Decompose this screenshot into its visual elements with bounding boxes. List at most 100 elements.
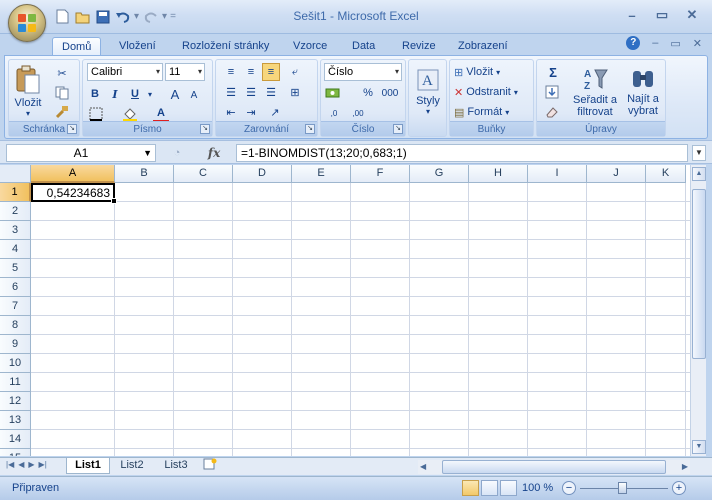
scroll-right-icon[interactable]: ▶: [682, 460, 688, 474]
office-button[interactable]: [8, 4, 46, 42]
sheet-tab-list1[interactable]: List1: [66, 458, 110, 474]
row-header[interactable]: 2: [0, 202, 31, 221]
column-header[interactable]: A: [31, 165, 115, 183]
tab-insert[interactable]: Vložení: [110, 37, 165, 56]
align-top-icon[interactable]: ≡: [222, 63, 240, 81]
row-header[interactable]: 15: [0, 449, 31, 456]
scroll-left-icon[interactable]: ◀: [420, 460, 426, 474]
align-center-icon[interactable]: ☰: [242, 83, 260, 101]
column-header[interactable]: D: [233, 165, 292, 183]
formula-input[interactable]: =1-BINOMDIST(13;20;0,683;1): [236, 144, 688, 162]
insert-sheet-icon[interactable]: [198, 458, 222, 474]
zoom-level[interactable]: 100 %: [522, 482, 553, 494]
vertical-scroll-thumb[interactable]: [692, 189, 706, 359]
ribbon-minimize-icon[interactable]: –: [652, 37, 658, 49]
select-all-button[interactable]: [0, 165, 31, 183]
format-painter-icon[interactable]: [53, 103, 71, 121]
workbook-close-icon[interactable]: ✕: [693, 37, 702, 50]
column-header[interactable]: K: [646, 165, 686, 183]
maximize-icon[interactable]: ▭: [648, 5, 676, 25]
italic-button[interactable]: I: [107, 85, 123, 103]
decrease-decimal-button[interactable]: ,00: [347, 105, 369, 121]
next-sheet-icon[interactable]: ▶: [28, 460, 34, 469]
tab-view[interactable]: Zobrazení: [449, 37, 517, 56]
tab-data[interactable]: Data: [343, 37, 384, 56]
row-header[interactable]: 12: [0, 392, 31, 411]
grow-font-button[interactable]: A: [167, 85, 183, 103]
column-header[interactable]: I: [528, 165, 587, 183]
percent-button[interactable]: %: [361, 85, 375, 101]
decrease-indent-icon[interactable]: ⇤: [222, 103, 240, 121]
column-header[interactable]: G: [410, 165, 469, 183]
scroll-up-icon[interactable]: ▲: [692, 167, 706, 181]
row-header[interactable]: 13: [0, 411, 31, 430]
vertical-scrollbar[interactable]: ▲ ▼: [690, 165, 706, 456]
paste-button[interactable]: Vložit ▾: [13, 63, 43, 119]
font-launcher-icon[interactable]: ↘: [200, 124, 210, 134]
row-header[interactable]: 7: [0, 297, 31, 316]
orientation-icon[interactable]: ↗: [266, 103, 284, 121]
row-header[interactable]: 14: [0, 430, 31, 449]
horizontal-scrollbar[interactable]: ◀ ▶: [418, 460, 690, 474]
sort-filter-button[interactable]: AZ Seřadit a filtrovat: [571, 63, 619, 121]
underline-button[interactable]: U: [127, 85, 143, 103]
find-select-button[interactable]: Najít a vybrat: [623, 63, 663, 121]
align-middle-icon[interactable]: ≡: [242, 63, 260, 81]
prev-sheet-icon[interactable]: ◀: [18, 460, 24, 469]
insert-function-icon[interactable]: fx: [208, 146, 220, 160]
close-icon[interactable]: ✕: [678, 5, 706, 25]
styles-button[interactable]: A Styly ▾: [412, 63, 444, 121]
minimize-icon[interactable]: –: [618, 5, 646, 25]
increase-indent-icon[interactable]: ⇥: [242, 103, 260, 121]
tab-review[interactable]: Revize: [393, 37, 445, 56]
thousands-button[interactable]: 000: [379, 85, 401, 101]
copy-icon[interactable]: [53, 84, 71, 102]
page-layout-view-icon[interactable]: [481, 480, 498, 496]
currency-icon[interactable]: [324, 84, 342, 102]
bold-button[interactable]: B: [87, 85, 103, 103]
number-launcher-icon[interactable]: ↘: [393, 124, 403, 134]
insert-cells-button[interactable]: ⊞ Vložit ▾: [454, 63, 500, 81]
row-header[interactable]: 6: [0, 278, 31, 297]
name-box-dropdown-icon[interactable]: ▼: [143, 145, 152, 161]
normal-view-icon[interactable]: [462, 480, 479, 496]
align-left-icon[interactable]: ☰: [222, 83, 240, 101]
cell-a1[interactable]: 0,54234683: [31, 183, 115, 202]
last-sheet-icon[interactable]: ▶|: [39, 460, 47, 469]
page-break-view-icon[interactable]: [500, 480, 517, 496]
alignment-launcher-icon[interactable]: ↘: [305, 124, 315, 134]
help-icon[interactable]: ?: [626, 36, 641, 50]
sheet-tab-list3[interactable]: List3: [156, 458, 196, 474]
zoom-in-icon[interactable]: +: [672, 481, 686, 495]
horizontal-scroll-thumb[interactable]: [442, 460, 666, 474]
row-header[interactable]: 1: [0, 183, 31, 202]
font-size-combo[interactable]: 11 ▾: [165, 63, 205, 81]
font-name-combo[interactable]: Calibri ▾: [87, 63, 163, 81]
column-header[interactable]: E: [292, 165, 351, 183]
sheet-tab-list2[interactable]: List2: [112, 458, 152, 474]
ribbon-restore-icon[interactable]: ▭: [670, 37, 680, 50]
zoom-slider-knob[interactable]: [618, 482, 627, 494]
clear-icon[interactable]: [543, 103, 561, 121]
cut-icon[interactable]: ✂: [53, 64, 71, 82]
wrap-text-icon[interactable]: ⤶: [286, 63, 304, 81]
cell-area[interactable]: 0,54234683: [31, 183, 690, 456]
first-sheet-icon[interactable]: |◀: [6, 460, 14, 469]
column-header[interactable]: C: [174, 165, 233, 183]
column-header[interactable]: B: [115, 165, 174, 183]
align-right-icon[interactable]: ☰: [262, 83, 280, 101]
delete-cells-button[interactable]: ✕ Odstranit ▾: [454, 83, 518, 101]
align-bottom-icon[interactable]: ≡: [262, 63, 280, 81]
row-header[interactable]: 4: [0, 240, 31, 259]
row-header[interactable]: 10: [0, 354, 31, 373]
scroll-down-icon[interactable]: ▼: [692, 440, 706, 454]
number-format-combo[interactable]: Číslo ▾: [324, 63, 402, 81]
merge-center-icon[interactable]: ⊞: [286, 83, 304, 101]
shrink-font-button[interactable]: A: [187, 87, 201, 103]
name-box[interactable]: A1 ▼: [6, 144, 156, 162]
tab-page-layout[interactable]: Rozložení stránky: [173, 37, 278, 56]
row-header[interactable]: 3: [0, 221, 31, 240]
autosum-button[interactable]: Σ: [541, 63, 565, 81]
fill-icon[interactable]: [543, 83, 561, 101]
row-header[interactable]: 9: [0, 335, 31, 354]
